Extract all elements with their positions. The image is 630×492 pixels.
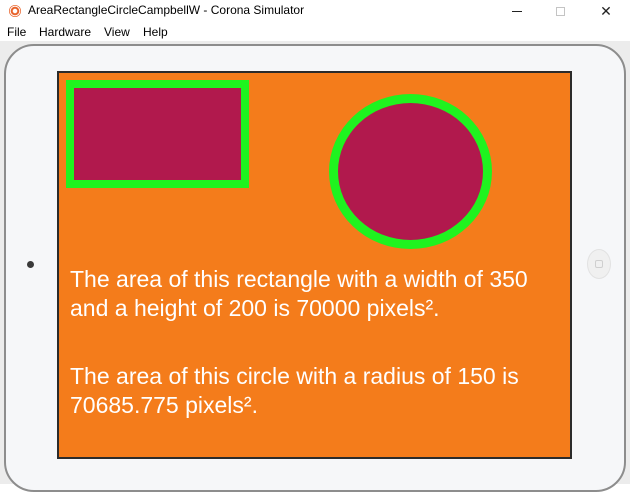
maximize-button[interactable] [537, 0, 583, 22]
app-screen: The area of this rectangle with a width … [57, 71, 572, 459]
menu-view[interactable]: View [104, 25, 130, 39]
close-icon: ✕ [600, 2, 612, 19]
menu-file[interactable]: File [7, 25, 26, 39]
menu-bar: File Hardware View Help [0, 22, 630, 41]
title-bar: AreaRectangleCircleCampbellW - Corona Si… [0, 0, 630, 22]
menu-hardware[interactable]: Hardware [39, 25, 91, 39]
rectangle-area-text: The area of this rectangle with a width … [70, 266, 528, 321]
home-button[interactable] [587, 249, 611, 279]
menu-help[interactable]: Help [143, 25, 168, 39]
close-button[interactable]: ✕ [583, 0, 629, 22]
corona-simulator-icon [9, 5, 21, 17]
circle-area-text: The area of this circle with a radius of… [70, 363, 519, 418]
circle-shape [329, 94, 492, 249]
minimize-button[interactable] [494, 0, 540, 22]
minimize-icon [512, 10, 522, 12]
maximize-icon [555, 6, 565, 16]
home-button-icon [595, 260, 603, 268]
window-title: AreaRectangleCircleCampbellW - Corona Si… [28, 3, 305, 17]
camera-dot-icon [27, 261, 34, 268]
rectangle-shape [66, 80, 249, 188]
